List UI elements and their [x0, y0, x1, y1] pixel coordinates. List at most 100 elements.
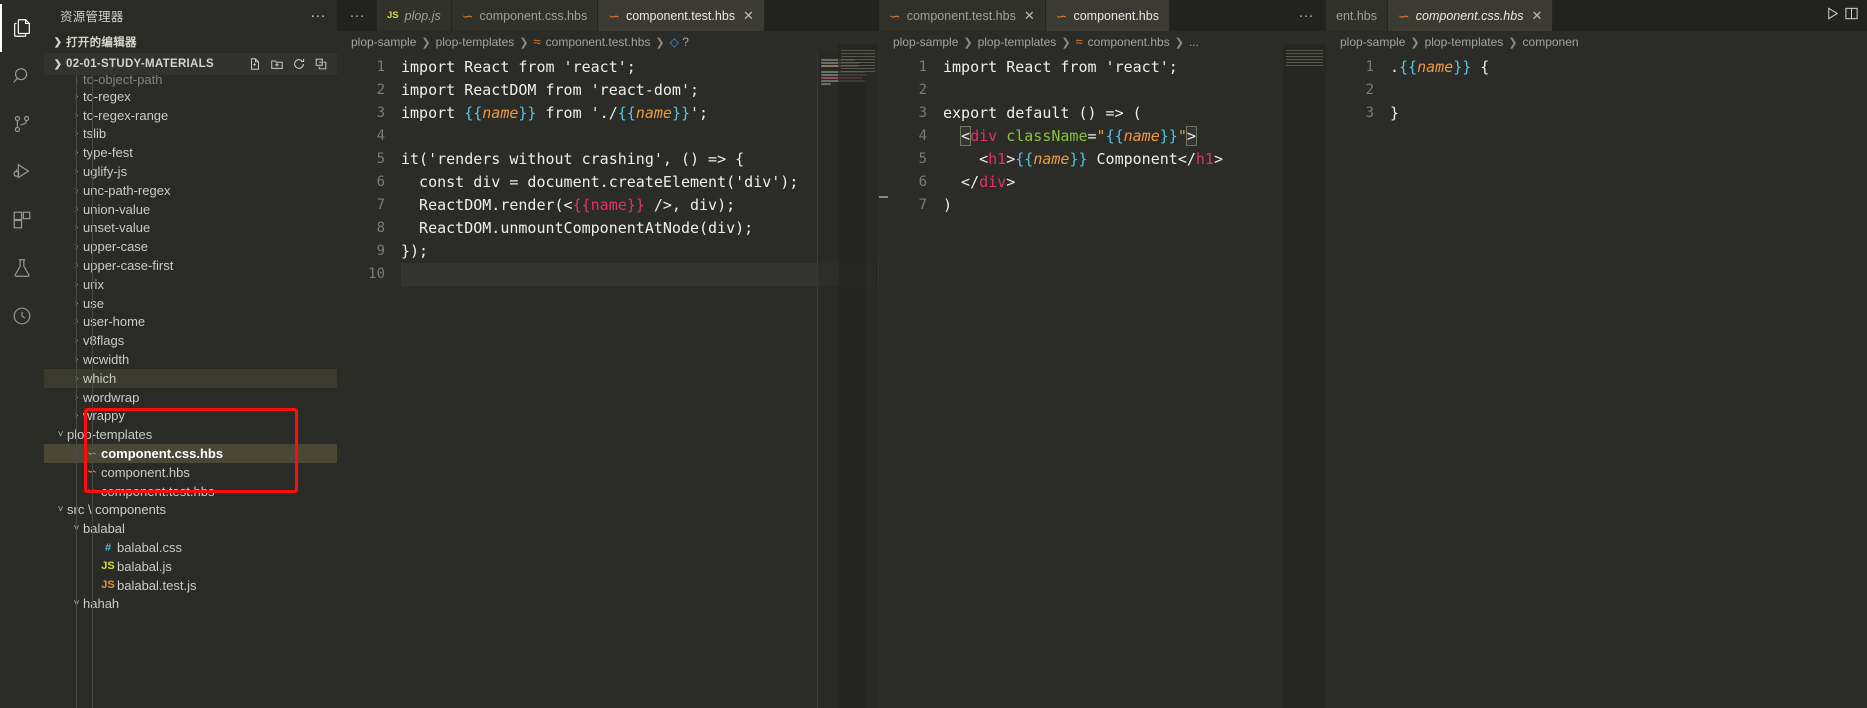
tree-item-balabal-test-js[interactable]: JS balabal.test.js [44, 576, 337, 595]
new-file-icon[interactable] [245, 54, 265, 74]
code-line[interactable]: } [1390, 102, 1867, 125]
activity-item-source-control[interactable] [0, 100, 44, 148]
tree-item-component-hbs[interactable]: ∽component.hbs [44, 463, 337, 482]
code-line[interactable]: const div = document.createElement('div'… [401, 171, 879, 194]
code-editor-3[interactable]: 1 2 3 .{{name}} { } [1326, 53, 1867, 708]
code-line[interactable] [1390, 79, 1867, 102]
breadcrumb-item[interactable]: plop-sample [893, 35, 958, 49]
tree-item-user-home[interactable]: ›user-home [44, 313, 337, 332]
activity-item-search[interactable] [0, 52, 44, 100]
code-line[interactable] [401, 263, 879, 286]
code-line[interactable]: }); [401, 240, 879, 263]
breadcrumb-3[interactable]: plop-sample ❯ plop-templates ❯ componen [1326, 31, 1867, 53]
tree-item-wcwidth[interactable]: ›wcwidth [44, 350, 337, 369]
tree-item-use[interactable]: ›use [44, 294, 337, 313]
breadcrumb-item[interactable]: plop-templates [978, 35, 1057, 49]
tab-component-css-hbs[interactable]: ∽ component.css.hbs ✕ [1388, 0, 1554, 31]
breadcrumb-item[interactable]: plop-sample [1340, 35, 1405, 49]
activity-item-remote-explorer[interactable] [0, 292, 44, 340]
new-folder-icon[interactable] [267, 54, 287, 74]
code-content-1[interactable]: import React from 'react'; import ReactDO… [399, 53, 879, 708]
breadcrumb-item[interactable]: componen [1523, 35, 1579, 49]
breadcrumb-item[interactable]: ... [1189, 35, 1199, 49]
code-line[interactable]: </div> [943, 171, 1326, 194]
refresh-icon[interactable] [289, 54, 309, 74]
tree-item-upper-case-first[interactable]: ›upper-case-first [44, 256, 337, 275]
activity-item-testing[interactable] [0, 244, 44, 292]
tree-item-type-fest[interactable]: ›type-fest [44, 143, 337, 162]
breadcrumb-item[interactable]: component.test.hbs [546, 35, 651, 49]
code-line[interactable]: import {{name}} from './{{name}}'; [401, 102, 879, 125]
workspace-folder-section[interactable]: ❯ 02-01-STUDY-MATERIALS [44, 53, 337, 75]
tree-item-unc-path-regex[interactable]: ›unc-path-regex [44, 181, 337, 200]
sidebar-more-actions-button[interactable]: ··· [307, 5, 329, 27]
tree-item-balabal-css[interactable]: # balabal.css [44, 538, 337, 557]
tree-item-src-components[interactable]: ˅ src \ components [44, 501, 337, 520]
collapse-all-icon[interactable] [311, 54, 331, 74]
tab-plop-js[interactable]: JS plop.js [377, 0, 452, 31]
code-line[interactable]: ReactDOM.unmountComponentAtNode(div); [401, 217, 879, 240]
code-line[interactable]: import React from 'react'; [943, 56, 1326, 79]
tab-component-css-hbs[interactable]: ∽ component.css.hbs [451, 0, 599, 31]
activity-item-run-and-debug[interactable] [0, 148, 44, 196]
tree-item-tslib[interactable]: ›tslib [44, 125, 337, 144]
breadcrumb-item[interactable]: plop-templates [1425, 35, 1504, 49]
tree-item-urix[interactable]: ›urix [44, 275, 337, 294]
tab-overflow-button-2[interactable]: ··· [1286, 0, 1326, 31]
code-line[interactable]: ) [943, 194, 1326, 217]
breadcrumb-item[interactable]: plop-templates [436, 35, 515, 49]
code-line[interactable]: <div className="{{name}}"> [943, 125, 1326, 148]
close-icon[interactable]: ✕ [743, 8, 754, 24]
code-line[interactable] [943, 79, 1326, 102]
code-line[interactable]: it('renders without crashing', () => { [401, 148, 879, 171]
close-icon[interactable]: ✕ [1024, 8, 1035, 24]
tree-item-to-regex-range[interactable]: ›to-regex-range [44, 106, 337, 125]
tree-item-uglify-js[interactable]: ›uglify-js [44, 162, 337, 181]
code-editor-2[interactable]: 1234567 import React from 'react'; expor… [879, 53, 1326, 708]
split-editor-icon[interactable] [1844, 6, 1859, 26]
code-line[interactable]: export default () => ( [943, 102, 1326, 125]
activity-item-extensions[interactable] [0, 196, 44, 244]
tab-ent-hbs[interactable]: ent.hbs [1326, 0, 1389, 31]
code-token: name [1033, 150, 1070, 168]
tree-item-component-test-hbs[interactable]: ∽component.test.hbs [44, 482, 337, 501]
editor-split-handle-1[interactable] [879, 196, 888, 198]
code-line[interactable]: import ReactDOM from 'react-dom'; [401, 79, 879, 102]
tree-item-v8flags[interactable]: ›v8flags [44, 331, 337, 350]
code-line[interactable]: import React from 'react'; [401, 56, 879, 79]
code-content-3[interactable]: .{{name}} { } [1388, 53, 1867, 708]
tree-item-to-regex[interactable]: ›to-regex [44, 87, 337, 106]
code-line[interactable]: <h1>{{name}} Component</h1> [943, 148, 1326, 171]
tree-item-component-css-hbs[interactable]: ∽component.css.hbs [44, 444, 337, 463]
code-line[interactable]: .{{name}} { [1390, 56, 1867, 79]
tab-component-test-hbs[interactable]: ∽ component.test.hbs ✕ [879, 0, 1046, 31]
breadcrumb-1[interactable]: plop-sample ❯ plop-templates ❯ ≈ component.te… [337, 31, 879, 53]
breadcrumb-item[interactable]: ? [682, 35, 689, 49]
code-line[interactable] [401, 125, 879, 148]
breadcrumb-item[interactable]: component.hbs [1088, 35, 1170, 49]
code-line[interactable]: ReactDOM.render(<{{name}} />, div); [401, 194, 879, 217]
tree-item-wrappy[interactable]: ›wrappy [44, 407, 337, 426]
code-editor-1[interactable]: 1 2 3 4 5 6 7 8 9 10 import React from 'react'; im… [337, 53, 879, 708]
run-icon[interactable] [1825, 6, 1840, 26]
close-icon[interactable]: ✕ [1531, 8, 1542, 24]
tree-item-to-object-path[interactable]: ›to-object-path [44, 75, 337, 87]
tree-item-unset-value[interactable]: ›unset-value [44, 219, 337, 238]
tree-item-balabal[interactable]: ˅balabal [44, 519, 337, 538]
tab-overflow-button-1[interactable]: ··· [337, 0, 377, 31]
tab-component-test-hbs[interactable]: ∽ component.test.hbs ✕ [598, 0, 765, 31]
tree-item-which[interactable]: ›which [44, 368, 337, 388]
tree-item-balabal-js[interactable]: JS balabal.js [44, 557, 337, 576]
tab-component-hbs[interactable]: ∽ component.hbs [1045, 0, 1170, 31]
tree-item-union-value[interactable]: ›union-value [44, 200, 337, 219]
open-editors-section[interactable]: ❯ 打开的编辑器 [44, 31, 337, 53]
tree-item-plop-templates[interactable]: ˅ plop-templates [44, 425, 337, 444]
tree-item-wordwrap[interactable]: ›wordwrap [44, 388, 337, 407]
breadcrumb-item[interactable]: plop-sample [351, 35, 416, 49]
code-content-2[interactable]: import React from 'react'; export defaul… [941, 53, 1326, 708]
activity-item-explorer[interactable] [0, 4, 44, 52]
breadcrumb-2[interactable]: plop-sample ❯ plop-templates ❯ ≈ component.hb… [879, 31, 1326, 53]
file-tree[interactable]: ›to-object-path›to-regex›to-regex-range›… [44, 75, 337, 708]
tree-item-upper-case[interactable]: ›upper-case [44, 237, 337, 256]
tree-item-hahah[interactable]: ˅hahah [44, 595, 337, 614]
